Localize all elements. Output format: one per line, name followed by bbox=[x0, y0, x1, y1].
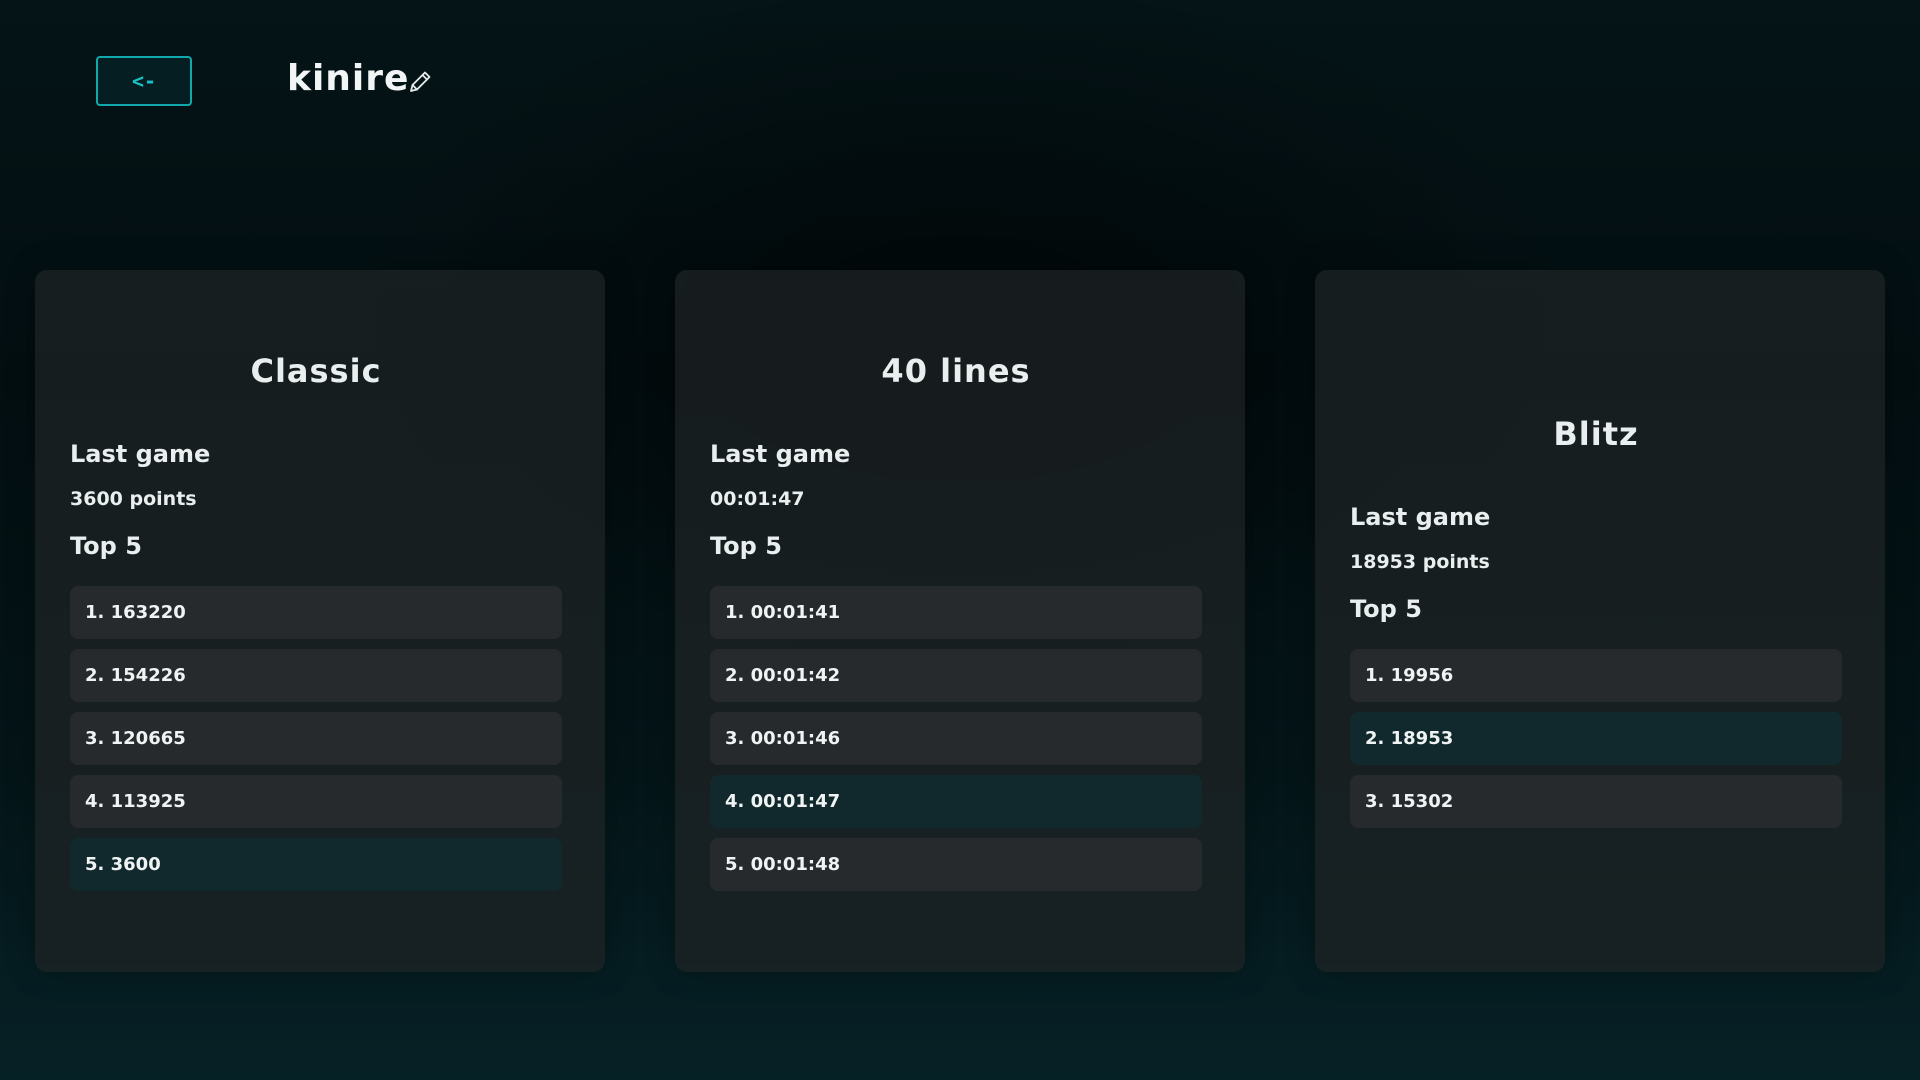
rank-row: 5. 00:01:48 bbox=[710, 838, 1202, 891]
blitz-stats-card: Blitz Last game 18953 points Top 5 1. 19… bbox=[1315, 270, 1885, 972]
classic-stats-card: Classic Last game 3600 points Top 5 1. 1… bbox=[35, 270, 605, 972]
rank-row: 1. 163220 bbox=[70, 586, 562, 639]
top-heading: Top 5 bbox=[70, 532, 142, 560]
last-game-heading: Last game bbox=[1350, 503, 1491, 531]
last-game-value: 3600 points bbox=[70, 488, 197, 510]
top-heading: Top 5 bbox=[1350, 595, 1422, 623]
rank-row: 4. 113925 bbox=[70, 775, 562, 828]
back-button[interactable]: <- bbox=[96, 56, 192, 106]
last-game-value: 00:01:47 bbox=[710, 488, 805, 510]
rank-row: 3. 15302 bbox=[1350, 775, 1842, 828]
rank-row: 2. 00:01:42 bbox=[710, 649, 1202, 702]
top-heading: Top 5 bbox=[710, 532, 782, 560]
pencil-icon[interactable] bbox=[406, 68, 434, 96]
rank-list: 1. 19956 2. 18953 3. 15302 bbox=[1350, 649, 1842, 828]
rank-row-current: 2. 18953 bbox=[1350, 712, 1842, 765]
rank-row: 1. 19956 bbox=[1350, 649, 1842, 702]
card-title: 40 lines bbox=[881, 352, 1031, 390]
rank-list: 1. 163220 2. 154226 3. 120665 4. 113925 … bbox=[70, 586, 562, 891]
last-game-heading: Last game bbox=[710, 440, 851, 468]
profile-name: kinire bbox=[287, 58, 410, 99]
card-title: Blitz bbox=[1553, 415, 1639, 453]
last-game-value: 18953 points bbox=[1350, 551, 1490, 573]
forty-lines-stats-card: 40 lines Last game 00:01:47 Top 5 1. 00:… bbox=[675, 270, 1245, 972]
rank-list: 1. 00:01:41 2. 00:01:42 3. 00:01:46 4. 0… bbox=[710, 586, 1202, 891]
rank-row: 3. 120665 bbox=[70, 712, 562, 765]
rank-row-current: 4. 00:01:47 bbox=[710, 775, 1202, 828]
last-game-heading: Last game bbox=[70, 440, 211, 468]
card-title: Classic bbox=[250, 352, 382, 390]
rank-row: 3. 00:01:46 bbox=[710, 712, 1202, 765]
rank-row: 1. 00:01:41 bbox=[710, 586, 1202, 639]
rank-row: 2. 154226 bbox=[70, 649, 562, 702]
rank-row-current: 5. 3600 bbox=[70, 838, 562, 891]
